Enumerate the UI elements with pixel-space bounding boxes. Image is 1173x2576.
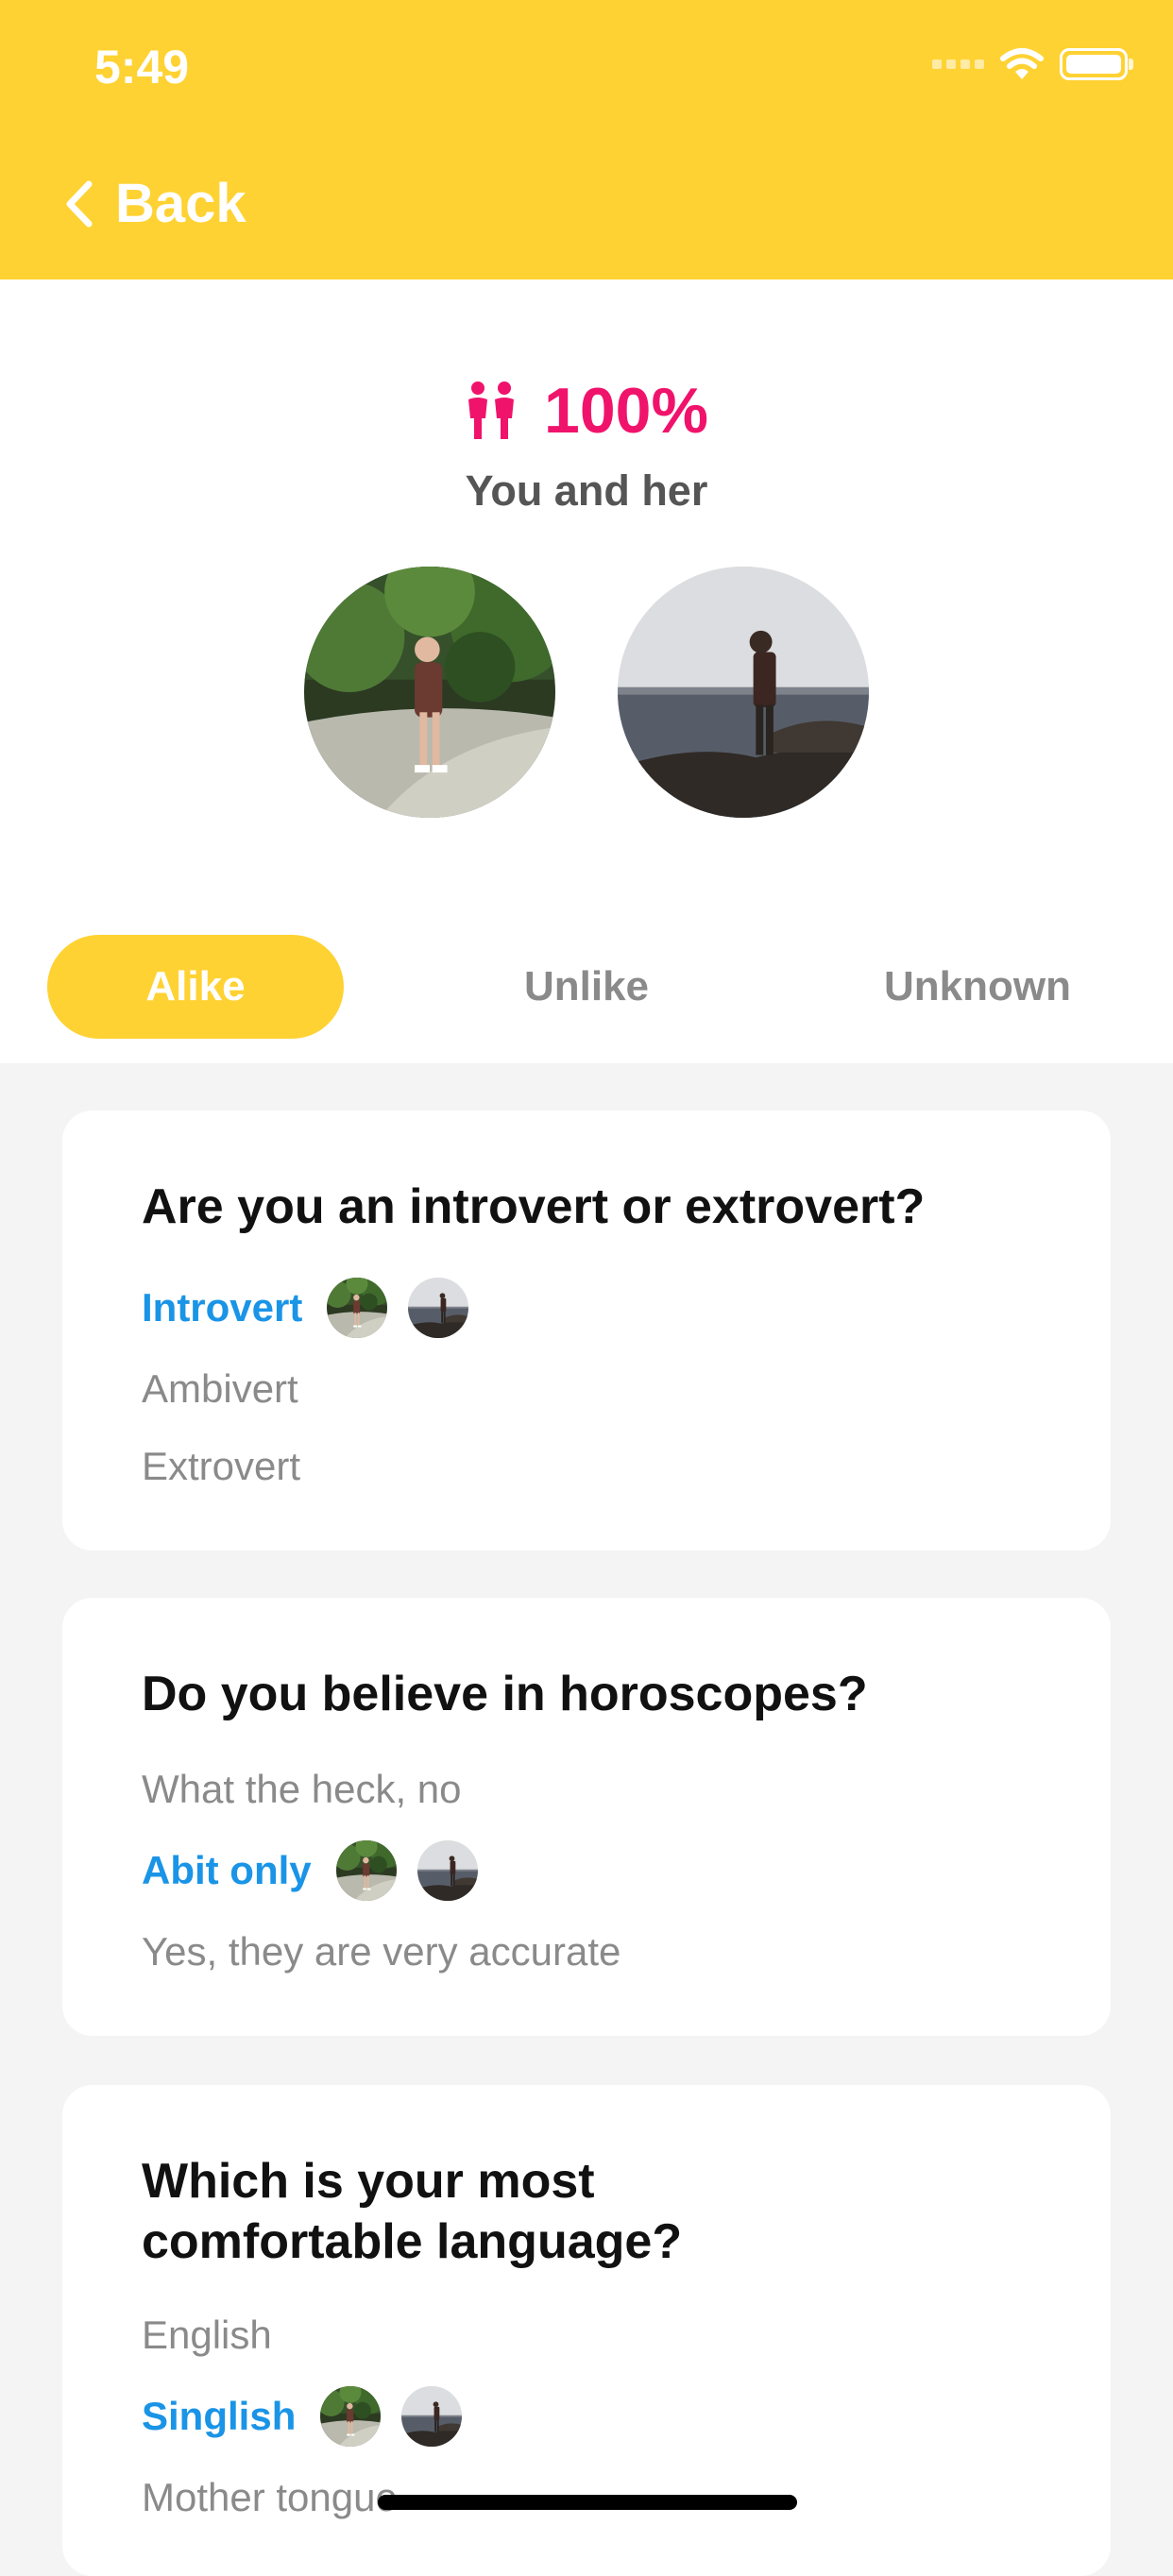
tab-unlike[interactable]: Unlike bbox=[438, 935, 735, 1039]
avatar-you-chip bbox=[417, 1840, 478, 1901]
question-card: Are you an introvert or extrovert? Intro… bbox=[62, 1110, 1111, 1551]
back-button[interactable]: Back bbox=[60, 172, 246, 235]
option-label: Mother tongue bbox=[142, 2475, 398, 2519]
option-label: Yes, they are very accurate bbox=[142, 1929, 621, 1974]
match-panel: 100% You and her Alike Unlike Unknown bbox=[0, 280, 1173, 1063]
option-label: Singlish bbox=[142, 2394, 297, 2438]
chevron-left-icon bbox=[66, 180, 93, 227]
option-english[interactable]: English bbox=[142, 2304, 272, 2366]
option-mother-tongue[interactable]: Mother tongue bbox=[142, 2466, 398, 2529]
tab-alike[interactable]: Alike bbox=[47, 935, 344, 1039]
avatar-her-chip bbox=[336, 1840, 397, 1901]
avatar-you-chip bbox=[401, 2386, 462, 2447]
answer-avatars bbox=[327, 1278, 468, 1338]
match-percent: 100% bbox=[544, 375, 708, 447]
status-time: 5:49 bbox=[94, 41, 190, 93]
option-label: English bbox=[142, 2313, 272, 2357]
status-icons bbox=[932, 47, 1133, 81]
signal-icon bbox=[932, 59, 984, 69]
tab-unknown[interactable]: Unknown bbox=[829, 935, 1126, 1039]
match-score: 100% bbox=[0, 374, 1173, 448]
option-ambivert[interactable]: Ambivert bbox=[142, 1358, 298, 1420]
avatar-her-photo bbox=[304, 567, 555, 818]
couple-icon bbox=[468, 381, 515, 439]
option-label: Introvert bbox=[142, 1285, 303, 1330]
option-what-the-heck-no[interactable]: What the heck, no bbox=[142, 1758, 462, 1821]
question-card: Do you believe in horoscopes? What the h… bbox=[62, 1598, 1111, 2036]
option-abit-only[interactable]: Abit only bbox=[142, 1839, 478, 1902]
question-title: Which is your most comfortable language? bbox=[142, 2154, 683, 2269]
avatar-her[interactable] bbox=[304, 567, 555, 818]
option-label: Extrovert bbox=[142, 1444, 301, 1488]
avatar-you-photo bbox=[618, 567, 869, 818]
option-extrovert[interactable]: Extrovert bbox=[142, 1435, 300, 1498]
header-bar: 5:49 Back bbox=[0, 0, 1173, 280]
answer-avatars bbox=[320, 2386, 462, 2447]
tab-bar: Alike Unlike Unknown bbox=[0, 935, 1173, 1039]
back-label: Back bbox=[115, 173, 246, 234]
wifi-icon bbox=[1000, 48, 1044, 79]
home-indicator[interactable] bbox=[378, 2495, 797, 2510]
avatar-her-chip bbox=[327, 1278, 387, 1338]
question-title: Do you believe in horoscopes? bbox=[142, 1667, 868, 1721]
option-label: Ambivert bbox=[142, 1366, 298, 1411]
question-title: Are you an introvert or extrovert? bbox=[142, 1179, 926, 1234]
match-caption: You and her bbox=[465, 466, 708, 515]
option-label: Abit only bbox=[142, 1848, 312, 1892]
option-label: What the heck, no bbox=[142, 1767, 462, 1811]
option-singlish[interactable]: Singlish bbox=[142, 2385, 462, 2448]
answer-avatars bbox=[336, 1840, 478, 1901]
avatar-you-chip bbox=[408, 1278, 468, 1338]
battery-icon bbox=[1060, 48, 1133, 80]
option-introvert[interactable]: Introvert bbox=[142, 1277, 468, 1339]
avatar-you[interactable] bbox=[618, 567, 869, 818]
avatar-her-chip bbox=[320, 2386, 381, 2447]
option-very-accurate[interactable]: Yes, they are very accurate bbox=[142, 1921, 620, 1983]
